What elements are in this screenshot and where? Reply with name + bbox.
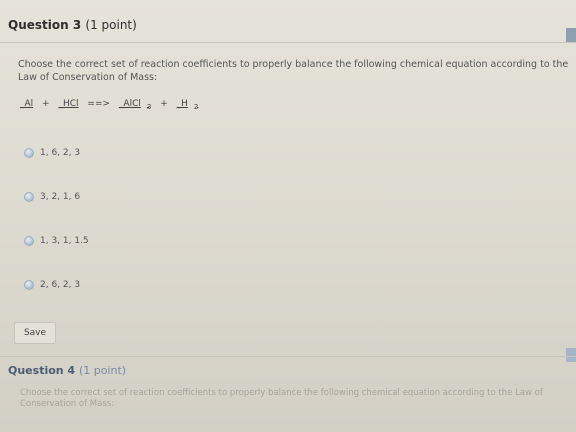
radio-button-icon[interactable] [24,236,34,246]
term-hcl: _HCl [58,99,79,109]
term-h2-sub: 2 [193,102,199,111]
question-3-label: Question 3 [8,18,82,32]
term-h2-base: _H [176,99,188,109]
radio-button-icon[interactable] [24,148,34,158]
term-alcl3-base: _AlCl [118,99,141,109]
question-3-points: (1 point) [85,18,137,32]
answer-option-label: 1, 3, 1, 1.5 [40,236,89,246]
plus-sign: + [42,99,50,109]
save-button[interactable]: Save [14,322,56,344]
question-4-prompt: Choose the correct set of reaction coeff… [20,388,543,409]
question-3-title: Question 3 (1 point) [8,18,137,32]
quiz-page: Question 3 (1 point) Choose the correct … [0,0,576,432]
answer-option-label: 2, 6, 2, 3 [40,280,81,290]
divider [0,42,576,43]
term-al: _Al [20,99,34,109]
term-h2: _H 2 [176,99,199,111]
question-4-points: (1 point) [78,364,127,377]
answer-option-label: 3, 2, 1, 6 [40,192,81,202]
radio-button-icon[interactable] [24,280,34,290]
answer-option-3[interactable]: 1, 3, 1, 1.5 [24,236,89,246]
divider [0,356,576,357]
chemical-equation: _Al + _HCl ==> _AlCl 3 + _H 2 [20,99,204,111]
answer-option-label: 1, 6, 2, 3 [40,148,81,158]
flag-tab[interactable] [566,28,576,42]
reaction-arrow: ==> [87,99,111,109]
answer-option-2[interactable]: 3, 2, 1, 6 [24,192,80,202]
flag-tab[interactable] [566,348,576,362]
answer-option-4[interactable]: 2, 6, 2, 3 [24,280,80,290]
question-3-prompt: Choose the correct set of reaction coeff… [18,59,569,83]
question-4-label: Question 4 [8,364,76,377]
question-4-title: Question 4 (1 point) [8,364,126,377]
answer-option-1[interactable]: 1, 6, 2, 3 [24,148,80,158]
term-alcl3: _AlCl 3 [118,99,152,111]
radio-button-icon[interactable] [24,192,34,202]
term-alcl3-sub: 3 [146,102,152,111]
plus-sign: + [160,99,168,109]
